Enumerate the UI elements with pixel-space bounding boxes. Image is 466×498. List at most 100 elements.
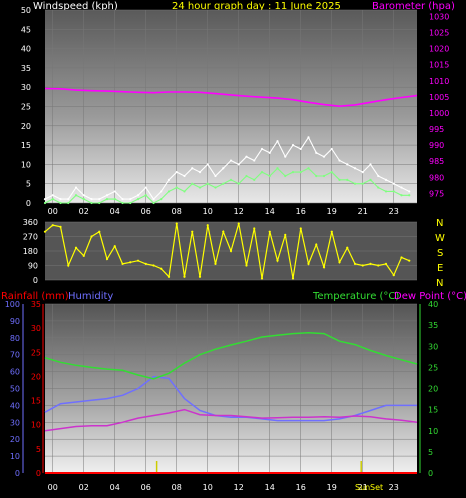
wind-direction-point xyxy=(113,245,116,248)
gust-point xyxy=(152,201,155,205)
tick-label-temperature: 35 xyxy=(428,321,438,330)
windspeed-point xyxy=(299,147,302,151)
wind-direction-point xyxy=(136,259,140,262)
gust-point xyxy=(121,201,124,205)
windspeed-point xyxy=(384,178,388,181)
windspeed-point xyxy=(82,194,85,197)
tick-label-barometer: 980 xyxy=(429,173,444,182)
tick-label-humidity: 20 xyxy=(10,435,20,444)
windspeed-point xyxy=(392,182,395,185)
compass-letter-s: S xyxy=(437,248,443,259)
tick-label-direction: 90 xyxy=(28,262,38,271)
windspeed-point xyxy=(369,163,372,166)
tick-label-hour: 14 xyxy=(265,207,275,216)
windspeed-point xyxy=(67,198,70,201)
tick-label-humidity: 50 xyxy=(10,385,20,394)
wind-direction-point xyxy=(369,262,372,265)
windspeed-point xyxy=(191,167,194,170)
tick-label-humidity: 90 xyxy=(10,317,20,326)
wind-direction-point xyxy=(51,224,54,227)
wind-direction-point xyxy=(43,230,47,233)
gust-point xyxy=(291,171,295,174)
windspeed-point xyxy=(229,159,233,162)
tick-label-direction: 180 xyxy=(23,247,38,256)
gust-point xyxy=(160,198,163,201)
tick-label-hour: 19 xyxy=(327,483,337,492)
tick-label-temperature: 20 xyxy=(428,385,438,394)
gust-point xyxy=(74,194,78,197)
tick-label-barometer: 975 xyxy=(429,189,444,198)
tick-label-barometer: 985 xyxy=(429,157,444,166)
windspeed-point xyxy=(43,198,47,201)
gust-point xyxy=(113,198,116,201)
tick-label-barometer: 1010 xyxy=(429,77,449,86)
windspeed-point xyxy=(113,190,116,193)
gust-point xyxy=(260,171,264,174)
gust-point xyxy=(315,174,318,178)
tick-label-temperature: 10 xyxy=(428,427,438,436)
gust-point xyxy=(284,174,287,178)
windspeed-point xyxy=(121,198,124,201)
tick-label-direction: 360 xyxy=(23,218,38,227)
wind-direction-point xyxy=(67,264,70,267)
tick-label-hour: 04 xyxy=(110,483,120,492)
weather-graphs-svg: Windspeed (kph) 24 hour graph day : 11 J… xyxy=(1,1,466,492)
tick-label-humidity: 0 xyxy=(15,469,20,478)
gust-point xyxy=(167,190,171,193)
gust-point xyxy=(183,190,186,193)
tick-label-windspeed: 40 xyxy=(21,45,31,54)
gust-point xyxy=(346,178,349,181)
windspeed-point xyxy=(353,167,357,170)
tick-label-humidity: 80 xyxy=(10,334,20,343)
gust-point xyxy=(408,194,411,197)
wind-direction-point xyxy=(214,262,217,265)
compass-letter-e: E xyxy=(437,263,443,274)
tick-label-hour: 06 xyxy=(141,483,151,492)
windspeed-point xyxy=(377,174,380,178)
tick-label-direction: 0 xyxy=(33,276,38,285)
tick-label-barometer: 1030 xyxy=(429,12,449,21)
wind-direction-point xyxy=(284,233,287,236)
wind-direction-point xyxy=(315,243,318,246)
wind-direction-point xyxy=(129,261,132,264)
tick-label-temperature: 0 xyxy=(428,469,433,478)
windspeed-point xyxy=(59,198,62,201)
gust-point xyxy=(144,194,147,197)
wind-direction-point xyxy=(338,261,341,264)
tick-label-windspeed: 10 xyxy=(21,160,31,169)
windspeed-point xyxy=(152,198,155,201)
tick-label-hour: 10 xyxy=(203,207,213,216)
wind-direction-point xyxy=(90,235,93,238)
wind-direction-point xyxy=(191,230,194,233)
tick-label-barometer: 1015 xyxy=(429,61,449,70)
tick-label-barometer: 1000 xyxy=(429,109,449,118)
tick-label-humidity: 10 xyxy=(10,452,20,461)
tick-label-hour: 12 xyxy=(234,207,244,216)
gust-point xyxy=(353,182,357,185)
tick-label-hour: 14 xyxy=(265,483,275,492)
tick-label-temperature: 25 xyxy=(428,363,438,372)
gust-point xyxy=(191,182,194,185)
windspeed-point xyxy=(206,163,209,166)
gust-point xyxy=(51,198,54,201)
tick-label-hour: 08 xyxy=(172,207,182,216)
windspeed-point xyxy=(291,144,295,147)
wind-direction-point xyxy=(253,227,256,230)
wind-direction-point xyxy=(206,224,209,227)
gust-point xyxy=(268,174,271,178)
windspeed-point xyxy=(144,186,147,189)
gust-point xyxy=(98,201,101,205)
gust-point xyxy=(136,198,140,201)
wind-direction-point xyxy=(82,254,85,257)
tick-label-barometer: 1025 xyxy=(429,29,449,38)
windspeed-point xyxy=(315,151,318,154)
tick-label-rainfall: 25 xyxy=(31,348,41,357)
tick-label-hour: 00 xyxy=(48,483,58,492)
windspeed-point xyxy=(307,136,310,139)
wind-direction-point xyxy=(299,227,302,230)
tick-label-windspeed: 20 xyxy=(21,122,31,131)
tick-label-windspeed: 15 xyxy=(21,141,31,150)
windspeed-point xyxy=(222,167,225,170)
tick-label-temperature: 30 xyxy=(428,342,438,351)
gust-point xyxy=(59,201,62,205)
